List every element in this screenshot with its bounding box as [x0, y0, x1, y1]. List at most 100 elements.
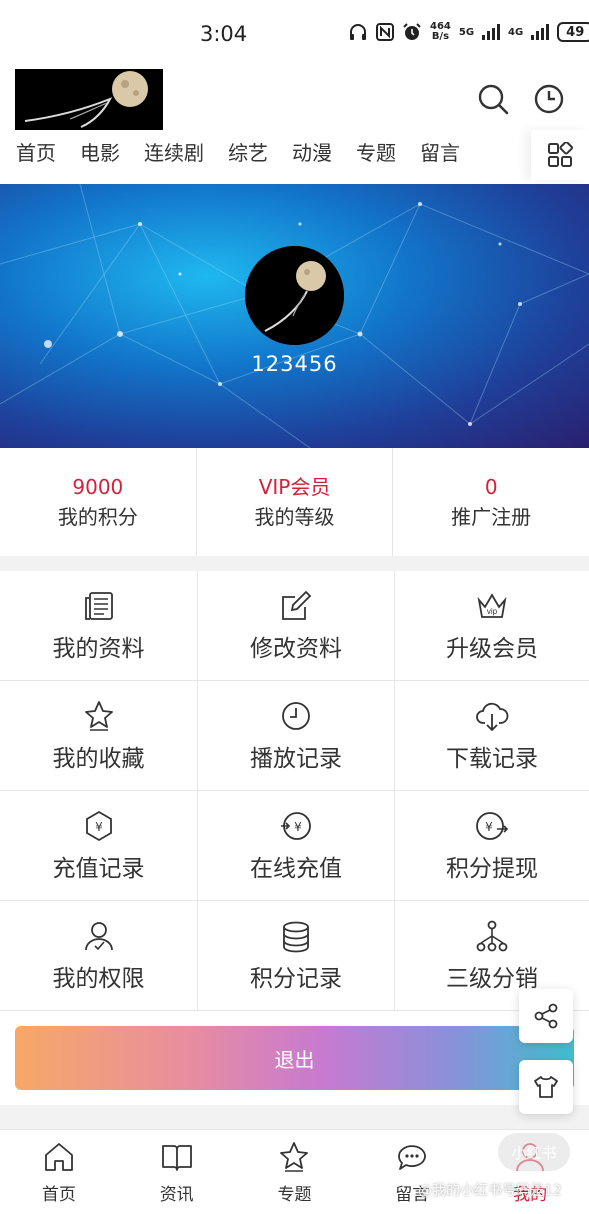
star-icon — [280, 1142, 309, 1172]
moon-logo-icon — [15, 69, 163, 130]
coins-stack-icon — [283, 921, 309, 953]
status-time: 3:04 — [200, 22, 248, 46]
site-header: 首页 电影 连续剧 综艺 动漫 专题 留言 — [0, 68, 589, 184]
user-stats: 9000 我的积分 VIP会员 我的等级 0 推广注册 — [0, 448, 589, 556]
menu-label: 升级会员 — [446, 636, 538, 662]
clock-icon — [282, 702, 310, 730]
cloud-download-icon — [476, 702, 509, 732]
net-speed: 464 B/s — [430, 22, 451, 42]
logout-button[interactable]: 退出 — [15, 1026, 574, 1090]
stat-value: 0 — [484, 475, 498, 499]
signal-bars-icon — [482, 24, 501, 40]
yuan-hexagon-icon: ¥ — [85, 810, 112, 842]
profile-banner: 123456 — [0, 184, 589, 448]
nav-item-movie[interactable]: 电影 — [64, 138, 120, 172]
home-icon — [44, 1143, 73, 1171]
tab-message[interactable]: 留言 — [353, 1130, 471, 1214]
avatar-moon-image — [245, 246, 344, 345]
svg-text:¥: ¥ — [294, 820, 302, 834]
grid-apps-icon — [548, 142, 573, 167]
stat-label: 推广注册 — [451, 505, 532, 529]
stat-value: 9000 — [72, 475, 124, 499]
menu-points-withdraw[interactable]: ¥ 积分提现 — [395, 791, 589, 901]
watermark-badge: 小红书 — [498, 1133, 570, 1171]
nav-item-home[interactable]: 首页 — [0, 138, 56, 172]
book-icon — [161, 1145, 192, 1171]
menu-label: 在线充值 — [250, 856, 342, 882]
menu-recharge-history[interactable]: ¥ 充值记录 — [0, 791, 198, 901]
menu-label: 下载记录 — [446, 746, 538, 772]
logout-section: 退出 — [0, 1011, 589, 1105]
menu-label: 我的收藏 — [52, 746, 145, 772]
svg-text:¥: ¥ — [485, 820, 493, 834]
menu-online-recharge[interactable]: ¥ 在线充值 — [198, 791, 395, 901]
menu-play-history[interactable]: 播放记录 — [198, 681, 395, 791]
nav-item-message[interactable]: 留言 — [404, 138, 460, 172]
menu-favorites[interactable]: 我的收藏 — [0, 681, 198, 791]
headphones-icon — [350, 24, 366, 40]
nfc-icon — [376, 23, 394, 41]
yuan-exchange-icon: ¥ — [281, 812, 311, 840]
tab-label: 专题 — [277, 1185, 312, 1205]
stat-points[interactable]: 9000 我的积分 — [0, 448, 197, 556]
menu-label: 我的资料 — [52, 636, 145, 662]
menu-download-history[interactable]: 下载记录 — [395, 681, 589, 791]
tab-home[interactable]: 首页 — [0, 1130, 118, 1214]
chat-icon — [398, 1145, 427, 1170]
net-speed-unit: B/s — [431, 31, 450, 42]
tab-label: 首页 — [41, 1185, 76, 1205]
tab-news[interactable]: 资讯 — [118, 1130, 236, 1214]
search-icon[interactable] — [476, 82, 510, 116]
signal-5g-label: 5G — [458, 26, 475, 38]
tab-label: 资讯 — [159, 1185, 194, 1205]
stat-label: 我的等级 — [254, 505, 335, 529]
hierarchy-icon — [476, 920, 508, 952]
history-clock-icon[interactable] — [532, 82, 566, 116]
menu-points-record[interactable]: 积分记录 — [198, 901, 395, 1011]
svg-text:¥: ¥ — [95, 820, 103, 834]
username: 123456 — [251, 352, 338, 376]
menu-label: 修改资料 — [250, 636, 342, 662]
menu-label: 三级分销 — [446, 966, 538, 992]
edit-icon — [282, 590, 312, 620]
menu-my-permissions[interactable]: 我的权限 — [0, 901, 198, 1011]
vip-crown-icon: vip — [477, 593, 507, 618]
menu-label: 充值记录 — [52, 856, 145, 882]
menu-edit-profile[interactable]: 修改资料 — [198, 571, 395, 681]
alarm-icon — [403, 23, 421, 40]
menu-label: 我的权限 — [52, 966, 145, 992]
tshirt-icon — [534, 1076, 558, 1098]
signal-bars-icon — [531, 24, 550, 40]
nav-item-topic[interactable]: 专题 — [340, 138, 396, 172]
nav-item-variety[interactable]: 综艺 — [212, 138, 268, 172]
tab-topic[interactable]: 专题 — [236, 1130, 354, 1214]
nav-more-button[interactable] — [531, 130, 589, 180]
battery-indicator: 49 — [557, 22, 589, 42]
share-icon — [534, 1003, 558, 1029]
stat-label: 我的积分 — [57, 505, 138, 529]
site-logo[interactable] — [15, 69, 163, 130]
menu-label: 播放记录 — [250, 746, 342, 772]
stat-level[interactable]: VIP会员 我的等级 — [197, 448, 394, 556]
share-button[interactable] — [519, 989, 573, 1043]
stat-referrals[interactable]: 0 推广注册 — [393, 448, 589, 556]
user-menu-grid: 我的资料 修改资料 vip 升级会员 我的收藏 播放记录 下载记录 ¥ 充值记录… — [0, 571, 589, 1011]
category-nav: 首页 电影 连续剧 综艺 动漫 专题 留言 — [0, 138, 530, 172]
menu-label: 积分提现 — [446, 856, 538, 882]
menu-my-profile[interactable]: 我的资料 — [0, 571, 198, 681]
status-icons: 464 B/s 5G 4G 49 — [348, 22, 589, 42]
signal-4g-label: 4G — [508, 26, 524, 38]
nav-item-anime[interactable]: 动漫 — [276, 138, 332, 172]
watermark: @我的小红书号码是12 — [418, 1183, 562, 1199]
stat-value: VIP会员 — [258, 475, 331, 499]
avatar[interactable] — [245, 246, 344, 345]
nav-item-series[interactable]: 连续剧 — [128, 138, 204, 172]
user-permission-icon — [84, 922, 113, 951]
menu-label: 积分记录 — [250, 966, 342, 992]
profile-doc-icon — [84, 592, 113, 620]
menu-upgrade-vip[interactable]: vip 升级会员 — [395, 571, 589, 681]
star-icon — [84, 701, 113, 731]
theme-skin-button[interactable] — [519, 1060, 573, 1114]
status-bar: 3:04 464 B/s 5G 4G 49 — [0, 0, 589, 68]
yuan-withdraw-icon: ¥ — [476, 812, 509, 840]
